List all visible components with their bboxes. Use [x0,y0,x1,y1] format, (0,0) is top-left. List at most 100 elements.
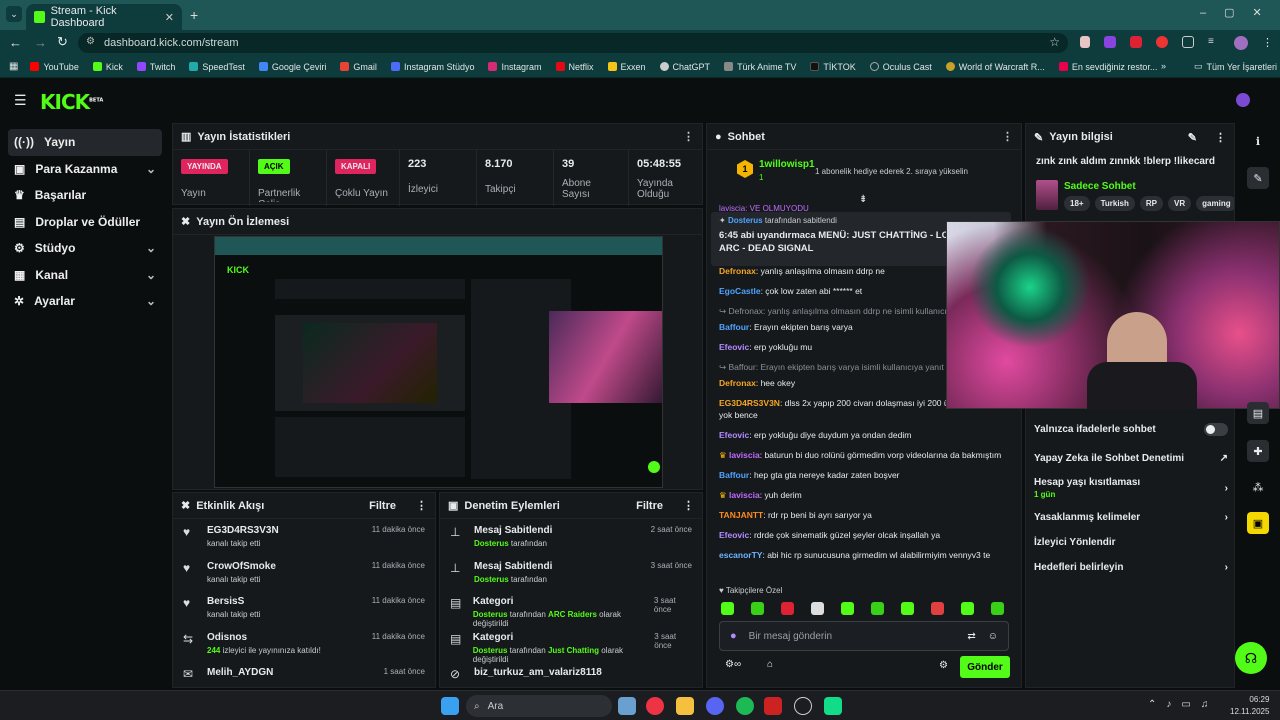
chat-message[interactable]: TANJANTT: rdr rp beni bi ayrı sarıyor ya [707,509,1021,521]
more-options-icon[interactable]: ⋮ [1002,130,1013,143]
apps-grid-icon[interactable]: ▦ [9,61,18,72]
windows-start-icon[interactable] [441,697,459,715]
steam-icon[interactable] [794,697,812,715]
bookmark-exxen[interactable]: Exxen [607,62,646,72]
bookmark-oculus[interactable]: Oculus Cast [869,62,932,72]
moderation-filter-button[interactable]: Filtre [636,500,663,512]
tab-search-icon[interactable]: ⌄ [6,6,22,22]
tag[interactable]: 18+ [1064,196,1090,211]
browser-menu-icon[interactable]: ⋮ [1262,36,1273,50]
tag[interactable]: gaming [1196,196,1234,211]
emote-icon[interactable] [901,602,914,615]
kick-logo[interactable]: KICKBETA [40,90,103,114]
chat-tools-icon[interactable]: ⚙∞ [725,659,741,670]
extension-icon[interactable] [1156,36,1168,48]
media-share-icon[interactable]: ▣ [1247,512,1269,534]
bookmark-instagram[interactable]: Instagram [488,62,542,72]
send-button[interactable]: Gönder [960,656,1010,678]
bookmark-translate[interactable]: Google Çeviri [258,62,326,72]
stream-preview-video[interactable]: KICK [214,236,663,488]
tag[interactable]: Turkish [1094,196,1135,211]
emote-icon[interactable] [991,602,1004,615]
bookmark-twitch[interactable]: Twitch [136,62,175,72]
new-tab-icon[interactable]: + [190,7,198,23]
sidebar-item-kanal[interactable]: ▦ Kanal ⌄ [0,262,170,289]
site-info-icon[interactable]: ⚙ [86,36,95,47]
banned-words-row[interactable]: Yasaklanmış kelimeler › [1026,505,1234,530]
clock[interactable]: 06:29 12.11.2025 [1230,694,1269,718]
url-field[interactable]: ⚙ dashboard.kick.com/stream ☆ [78,33,1068,53]
user-avatar[interactable] [1236,93,1250,107]
sidebar-item-yayin[interactable]: ((·)) Yayın [8,129,162,156]
ai-moderation-row[interactable]: Yapay Zeka ile Sohbet Denetimi ↗ [1026,446,1234,471]
bookmark-kick[interactable]: Kick [92,62,123,72]
connections-icon[interactable]: ⁂ [1247,476,1269,498]
chat-message[interactable]: ♛ laviscia: yuh derim [707,489,1021,501]
app-icon[interactable] [764,697,782,715]
account-age-row[interactable]: Hesap yaşı kısıtlaması 1 gün › [1026,471,1234,505]
emote-icon[interactable] [871,602,884,615]
extension-icon[interactable] [1104,36,1116,48]
system-tray[interactable]: ⌃♪▭♫ [1148,699,1218,710]
chat-message[interactable]: Efeovic: rdrde çok sinematik güzel şeyle… [707,529,1021,541]
goals-row[interactable]: Hedefleri belirleyin › [1026,555,1234,580]
bookmark-netflix[interactable]: Netflix [555,62,594,72]
store-icon[interactable]: ⌂ [767,659,773,670]
extension-icon[interactable] [1080,36,1090,48]
bookmark-chatgpt[interactable]: ChatGPT [659,62,710,72]
activity-filter-button[interactable]: Filtre [369,500,396,512]
edit-side-icon[interactable]: ✎ [1247,167,1269,189]
chat-input[interactable]: ● Bir mesaj gönderin ⇄ ☺ [719,621,1009,651]
emote-icon[interactable] [751,602,764,615]
sidebar-item-basarilar[interactable]: ♛ Başarılar [0,182,170,209]
extension-icon[interactable] [1130,36,1142,48]
support-chat-icon[interactable]: ☊ [1235,642,1267,674]
tab-close-icon[interactable]: ✕ [165,11,174,24]
extensions-puzzle-icon[interactable] [1182,36,1194,48]
reload-icon[interactable]: ↻ [57,34,68,50]
collapse-icon[interactable]: ⇟ [859,194,867,205]
sidebar-item-droplar[interactable]: ▤ Droplar ve Ödüller [0,209,170,236]
emote-icon[interactable] [841,602,854,615]
wrench-icon[interactable]: ✚ [1247,440,1269,462]
emote-icon[interactable] [721,602,734,615]
clip-icon[interactable]: ▤ [1247,402,1269,424]
microphone-icon[interactable]: ● [730,630,737,642]
emote-only-toggle[interactable] [1204,423,1228,436]
media-icon[interactable]: ≡ [1208,36,1220,48]
translate-icon[interactable]: ⇄ [967,631,975,642]
file-explorer-icon[interactable] [676,697,694,715]
emote-only-toggle-row[interactable]: Yalnızca ifadelerle sohbet [1026,417,1234,442]
chat-message[interactable]: Efeovic: erp yokluğu diye duydum ya onda… [707,429,1021,441]
emoji-icon[interactable]: ☺ [988,631,998,642]
chat-message[interactable]: escanorTY: abi hic rp sunucusuna girmedi… [707,549,1021,561]
emote-icon[interactable] [931,602,944,615]
bookmarks-overflow-icon[interactable]: » [1161,61,1166,71]
redirect-viewers-row[interactable]: İzleyici Yönlendir [1026,530,1234,555]
taskview-icon[interactable] [618,697,636,715]
info-icon[interactable]: ℹ [1247,130,1269,152]
sidebar-item-para-kazanma[interactable]: ▣ Para Kazanma ⌄ [0,156,170,183]
emote-icon[interactable] [781,602,794,615]
sidebar-item-studyo[interactable]: ⚙ Stüdyo ⌄ [0,235,170,262]
app-icon[interactable] [824,697,842,715]
tag[interactable]: RP [1139,196,1164,211]
chat-message[interactable]: Baffour: hep gta gta nereye kadar zaten … [707,469,1021,481]
bookmark-yemeksepeti[interactable]: En sevdiğiniz restor... [1058,62,1157,72]
bookmark-wow[interactable]: World of Warcraft R... [945,62,1045,72]
bookmark-star-icon[interactable]: ☆ [1049,35,1060,49]
bookmark-gmail[interactable]: Gmail [340,62,377,72]
more-options-icon[interactable]: ⋮ [683,499,694,512]
spotify-icon[interactable] [736,697,754,715]
top-gifter-name[interactable]: 1willowisp1 [759,159,815,170]
emote-icon[interactable] [811,602,824,615]
back-icon[interactable]: ← [9,35,22,50]
forward-icon[interactable]: → [34,35,47,50]
category-name[interactable]: Sadece Sohbet [1064,181,1136,192]
edit-icon[interactable]: ✎ [1188,131,1197,144]
more-options-icon[interactable]: ⋮ [683,130,694,143]
all-bookmarks[interactable]: ▭ Tüm Yer İşaretleri [1194,61,1277,72]
emote-icon[interactable] [961,602,974,615]
bookmark-youtube[interactable]: YouTube [30,62,79,72]
taskbar-search[interactable]: ⌕ Ara [466,695,612,717]
